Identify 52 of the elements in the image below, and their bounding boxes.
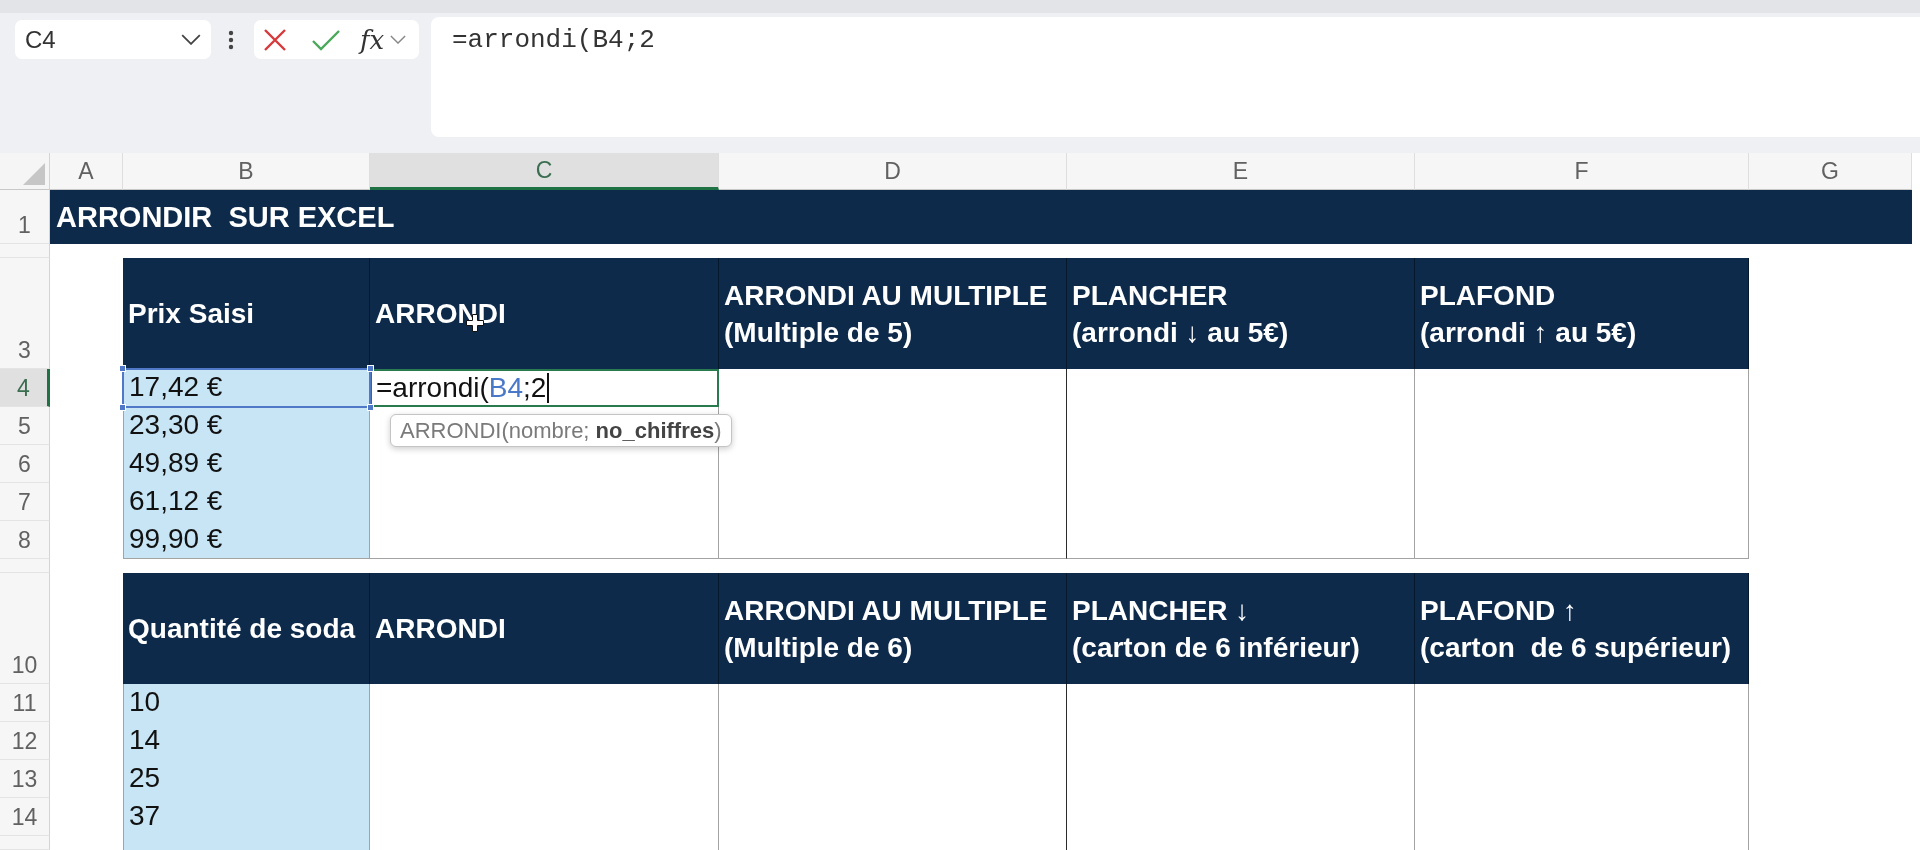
table-cell: 61,12 € [123, 483, 370, 521]
name-box[interactable]: C4 [15, 20, 211, 59]
table-header: ARRONDI AU MULTIPLE (Multiple de 6) [719, 573, 1067, 684]
column-header[interactable]: G [1749, 153, 1912, 190]
triangle-icon [23, 163, 45, 185]
column-header[interactable]: F [1415, 153, 1749, 190]
row-header[interactable]: 8 [0, 521, 50, 559]
table-header: ARRONDI [370, 573, 719, 684]
table-header: Quantité de soda [123, 573, 370, 684]
chevron-down-icon [390, 35, 407, 44]
table-header: PLAFOND ↑ (carton de 6 supérieur) [1415, 573, 1749, 684]
cross-icon [263, 27, 287, 52]
text-cursor-icon [547, 373, 550, 403]
row-header[interactable]: 5 [0, 407, 50, 445]
insert-function-button[interactable]: fx [358, 23, 409, 56]
column-header[interactable]: D [719, 153, 1067, 190]
row-header[interactable]: 3 [0, 258, 50, 369]
column-header[interactable]: A [50, 153, 123, 190]
row-header[interactable]: 12 [0, 722, 50, 760]
row-header[interactable]: 7 [0, 483, 50, 521]
check-icon [311, 27, 341, 52]
row-header[interactable]: 14 [0, 798, 50, 836]
row-header[interactable]: 1 [0, 190, 50, 244]
table-cell: 49,89 € [123, 445, 370, 483]
cell-editor[interactable]: =arrondi(B4;2 [370, 369, 719, 407]
table-header: ARRONDI AU MULTIPLE (Multiple de 5) [719, 258, 1067, 369]
table-header: Prix Saisi [123, 258, 370, 369]
table-cell: 25 [123, 760, 370, 798]
table-header: PLANCHER (arrondi ↓ au 5€) [1067, 258, 1415, 369]
table-cell: 14 [123, 722, 370, 760]
function-tooltip: ARRONDI(nombre; no_chiffres) [390, 414, 732, 447]
row-header[interactable]: 11 [0, 684, 50, 722]
table-cell: 10 [123, 684, 370, 722]
formula-input[interactable]: =arrondi(B4;2 [431, 17, 1920, 137]
row-header[interactable]: 6 [0, 445, 50, 483]
column-header[interactable]: B [123, 153, 370, 190]
table-cell: 17,42 € [123, 369, 370, 407]
select-all-button[interactable] [0, 153, 50, 190]
more-options-icon[interactable] [228, 30, 234, 50]
table-header: ARRONDI [370, 258, 719, 369]
row-header[interactable]: 13 [0, 760, 50, 798]
row-header[interactable]: 4 [0, 369, 50, 407]
table-cell: 23,30 € [123, 407, 370, 445]
column-header[interactable]: E [1067, 153, 1415, 190]
table-cell: 37 [123, 798, 370, 836]
column-header[interactable]: C [370, 153, 719, 190]
chevron-down-icon[interactable] [181, 34, 201, 45]
row-header[interactable]: 10 [0, 573, 50, 684]
table-header: PLAFOND (arrondi ↑ au 5€) [1415, 258, 1749, 369]
table-header: PLANCHER ↓ (carton de 6 inférieur) [1067, 573, 1415, 684]
sheet-title: ARRONDIR SUR EXCEL [56, 200, 395, 234]
table-cell: 99,90 € [123, 521, 370, 559]
